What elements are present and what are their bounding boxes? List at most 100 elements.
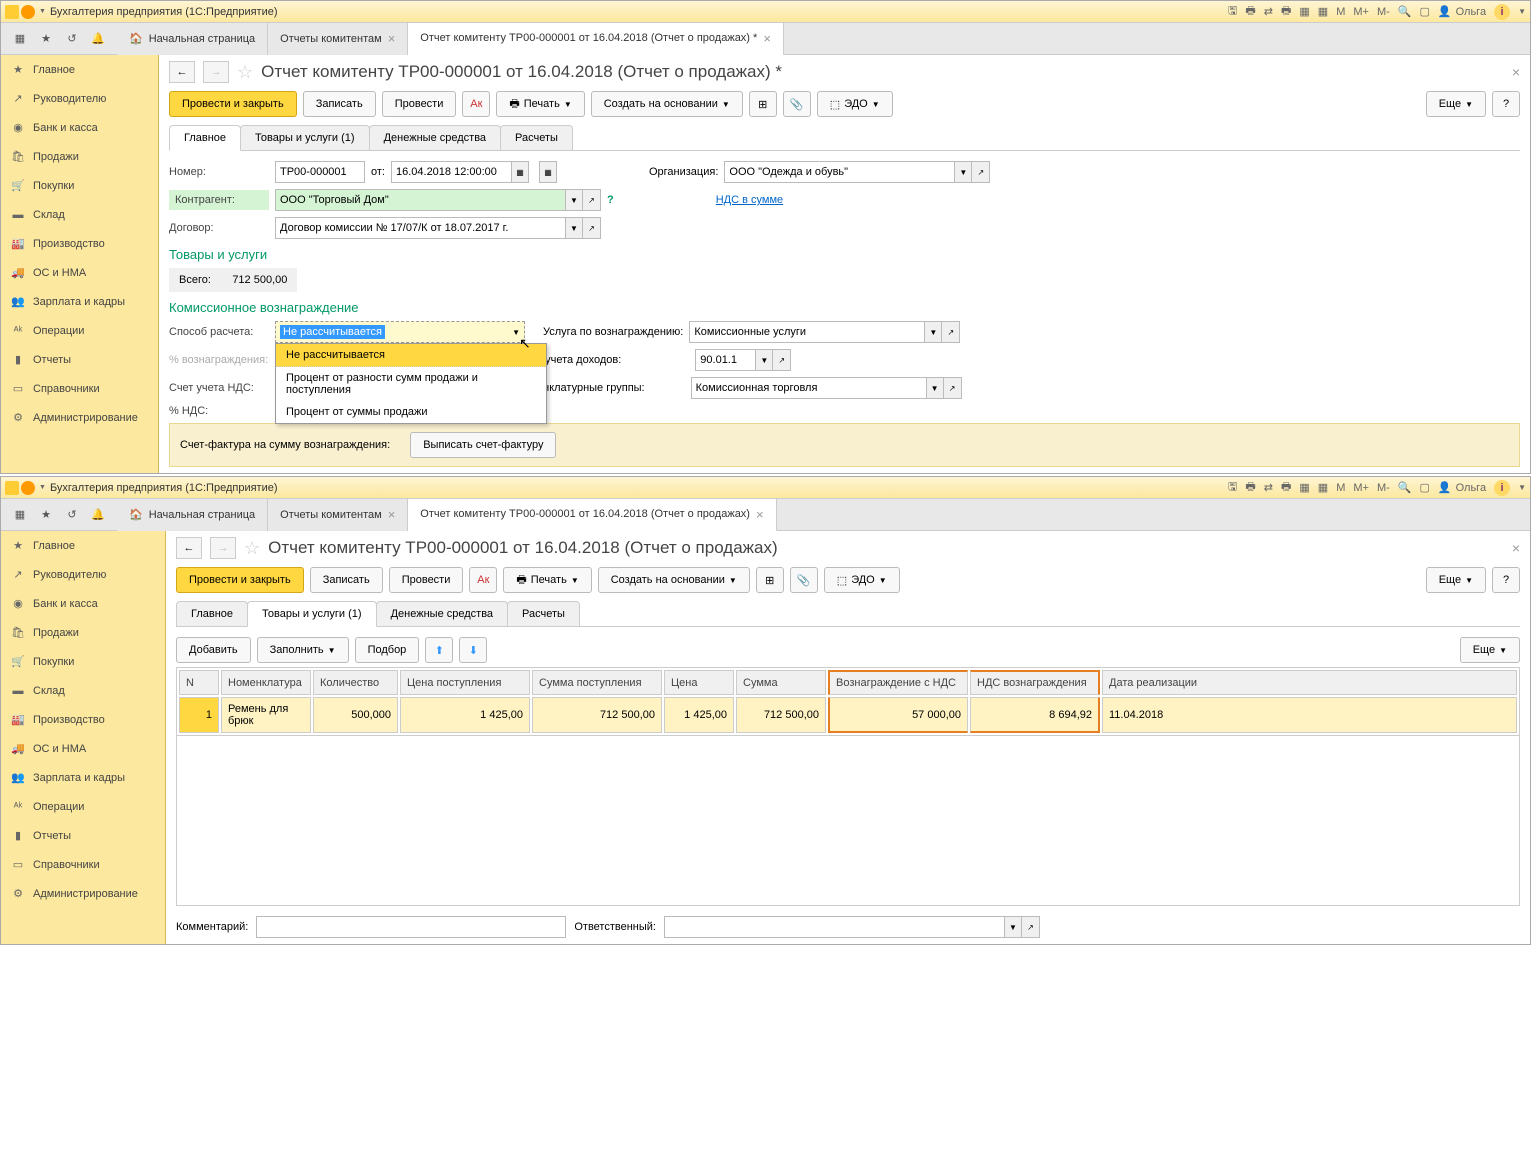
write-button[interactable]: Записать bbox=[303, 91, 376, 117]
create-invoice-button[interactable]: Выписать счет-фактуру bbox=[410, 432, 556, 458]
form-tab-cash[interactable]: Денежные средства bbox=[369, 125, 501, 150]
number-input[interactable] bbox=[275, 161, 365, 183]
cell-sum[interactable]: 712 500,00 bbox=[736, 697, 826, 733]
cp-help[interactable]: ? bbox=[607, 194, 614, 206]
write-button[interactable]: Записать bbox=[310, 567, 383, 593]
col-sum[interactable]: Сумма bbox=[736, 670, 826, 695]
create-based-button[interactable]: Создать на основании ▼ bbox=[591, 91, 743, 117]
sidebar-item-catalogs[interactable]: ▭Справочники bbox=[1, 850, 165, 879]
sidebar-item-main[interactable]: ★Главное bbox=[1, 531, 165, 560]
nomen-group-input[interactable] bbox=[691, 377, 926, 399]
sidebar-item-admin[interactable]: ⚙Администрирование bbox=[1, 403, 158, 432]
acc-open-button[interactable]: ↗ bbox=[773, 349, 791, 371]
tab-reports[interactable]: Отчеты комитентам × bbox=[268, 499, 408, 531]
tab-close-icon[interactable]: × bbox=[756, 507, 764, 522]
sidebar-item-sales[interactable]: 🛍Продажи bbox=[1, 142, 158, 171]
sidebar-item-manager[interactable]: ↗Руководителю bbox=[1, 560, 165, 589]
vat-link[interactable]: НДС в сумме bbox=[716, 194, 783, 206]
cell-price[interactable]: 1 425,00 bbox=[664, 697, 734, 733]
tab-close-icon[interactable]: × bbox=[388, 507, 396, 522]
favorite-icon[interactable]: ☆ bbox=[237, 62, 253, 83]
history-icon[interactable]: ↺ bbox=[59, 26, 85, 52]
tab-home[interactable]: 🏠 Начальная страница bbox=[117, 499, 268, 531]
col-qty[interactable]: Количество bbox=[313, 670, 398, 695]
dropdown-option-2[interactable]: Процент от разности сумм продажи и посту… bbox=[276, 367, 546, 401]
edo-button[interactable]: ⬚ ЭДО ▼ bbox=[824, 567, 900, 593]
zoom-icon[interactable]: 🔍 bbox=[1398, 5, 1412, 18]
sidebar-item-admin[interactable]: ⚙Администрирование bbox=[1, 879, 165, 908]
service-open-button[interactable]: ↗ bbox=[942, 321, 960, 343]
calendar-icon[interactable]: ▦ bbox=[1318, 5, 1328, 18]
form-tab-goods[interactable]: Товары и услуги (1) bbox=[240, 125, 370, 150]
structure-button[interactable]: ⊞ bbox=[756, 567, 784, 593]
tab-close-icon[interactable]: × bbox=[388, 31, 396, 46]
user-badge[interactable]: 👤 Ольга bbox=[1438, 481, 1486, 494]
more-table-button[interactable]: Еще ▼ bbox=[1460, 637, 1520, 663]
col-nomen[interactable]: Номенклатура bbox=[221, 670, 311, 695]
form-tab-calc[interactable]: Расчеты bbox=[500, 125, 573, 150]
sidebar-item-warehouse[interactable]: ▬Склад bbox=[1, 200, 158, 229]
help-button[interactable]: ? bbox=[1492, 91, 1520, 117]
move-up-button[interactable]: ⬆ bbox=[425, 637, 453, 663]
resp-open-button[interactable]: ↗ bbox=[1022, 916, 1040, 938]
layout-icon[interactable]: ▢ bbox=[1419, 5, 1429, 18]
fill-button[interactable]: Заполнить ▼ bbox=[257, 637, 349, 663]
save-icon[interactable]: 🖫 bbox=[1228, 478, 1237, 497]
edo-button[interactable]: ⬚ ЭДО ▼ bbox=[817, 91, 893, 117]
cell-price-in[interactable]: 1 425,00 bbox=[400, 697, 530, 733]
post-close-button[interactable]: Провести и закрыть bbox=[176, 567, 304, 593]
sidebar-item-assets[interactable]: 🚚ОС и НМА bbox=[1, 734, 165, 763]
star-icon[interactable]: ★ bbox=[33, 502, 59, 528]
cp-open-button[interactable]: ↗ bbox=[583, 189, 601, 211]
more-button[interactable]: Еще ▼ bbox=[1426, 91, 1486, 117]
dropdown-option-1[interactable]: Не рассчитывается bbox=[276, 344, 546, 367]
sidebar-item-catalogs[interactable]: ▭Справочники bbox=[1, 374, 158, 403]
form-tab-calc[interactable]: Расчеты bbox=[507, 601, 580, 626]
star-icon[interactable]: ★ bbox=[33, 26, 59, 52]
close-button[interactable]: × bbox=[1512, 64, 1520, 80]
dt-icon-button[interactable]: Aк bbox=[462, 91, 490, 117]
ng-dd-button[interactable]: ▼ bbox=[926, 377, 944, 399]
col-price-in[interactable]: Цена поступления bbox=[400, 670, 530, 695]
sidebar-item-salary[interactable]: 👥Зарплата и кадры bbox=[1, 287, 158, 316]
calc-icon[interactable]: ▦ bbox=[1299, 5, 1309, 18]
print-button[interactable]: 🖶 Печать ▼ bbox=[503, 567, 591, 593]
ng-open-button[interactable]: ↗ bbox=[944, 377, 962, 399]
mplus-label[interactable]: М+ bbox=[1353, 482, 1369, 494]
sidebar-item-operations[interactable]: ᴬᵏОперации bbox=[1, 792, 165, 821]
cp-dd-button[interactable]: ▼ bbox=[565, 189, 583, 211]
print-button[interactable]: 🖶 Печать ▼ bbox=[496, 91, 584, 117]
col-sum-in[interactable]: Сумма поступления bbox=[532, 670, 662, 695]
date-extra-button[interactable]: ▦ bbox=[539, 161, 557, 183]
counterparty-input[interactable] bbox=[275, 189, 565, 211]
sidebar-item-operations[interactable]: ᴬᵏОперации bbox=[1, 316, 158, 345]
user-badge[interactable]: 👤 Ольга bbox=[1438, 5, 1486, 18]
service-input[interactable] bbox=[689, 321, 924, 343]
sidebar-item-main[interactable]: ★Главное bbox=[1, 55, 158, 84]
cell-vat[interactable]: 8 694,92 bbox=[970, 697, 1100, 733]
calendar-icon[interactable]: ▦ bbox=[1318, 481, 1328, 494]
cell-n[interactable]: 1 bbox=[179, 697, 219, 733]
cell-qty[interactable]: 500,000 bbox=[313, 697, 398, 733]
org-input[interactable] bbox=[724, 161, 954, 183]
menu-dd-icon[interactable]: ▼ bbox=[1518, 7, 1526, 16]
compare-icon[interactable]: ⇄ bbox=[1264, 481, 1273, 494]
table-empty-area[interactable] bbox=[176, 736, 1520, 906]
print-icon[interactable]: 🖶 bbox=[1245, 2, 1255, 21]
attach-button[interactable]: 📎 bbox=[783, 91, 811, 117]
mminus-label[interactable]: М- bbox=[1377, 482, 1390, 494]
col-vat[interactable]: НДС вознаграждения bbox=[970, 670, 1100, 695]
mminus-label[interactable]: М- bbox=[1377, 6, 1390, 18]
contract-input[interactable] bbox=[275, 217, 565, 239]
sidebar-item-warehouse[interactable]: ▬Склад bbox=[1, 676, 165, 705]
form-tab-main[interactable]: Главное bbox=[169, 125, 241, 151]
tab-close-icon[interactable]: × bbox=[763, 31, 771, 46]
m-label[interactable]: М bbox=[1336, 482, 1345, 494]
pick-button[interactable]: Подбор bbox=[355, 637, 420, 663]
cell-nomen[interactable]: Ремень для брюк bbox=[221, 697, 311, 733]
sidebar-item-manager[interactable]: ↗Руководителю bbox=[1, 84, 158, 113]
favorite-icon[interactable]: ☆ bbox=[244, 538, 260, 559]
m-label[interactable]: М bbox=[1336, 6, 1345, 18]
sidebar-item-bank[interactable]: ◉Банк и касса bbox=[1, 589, 165, 618]
acc-dd-button[interactable]: ▼ bbox=[755, 349, 773, 371]
